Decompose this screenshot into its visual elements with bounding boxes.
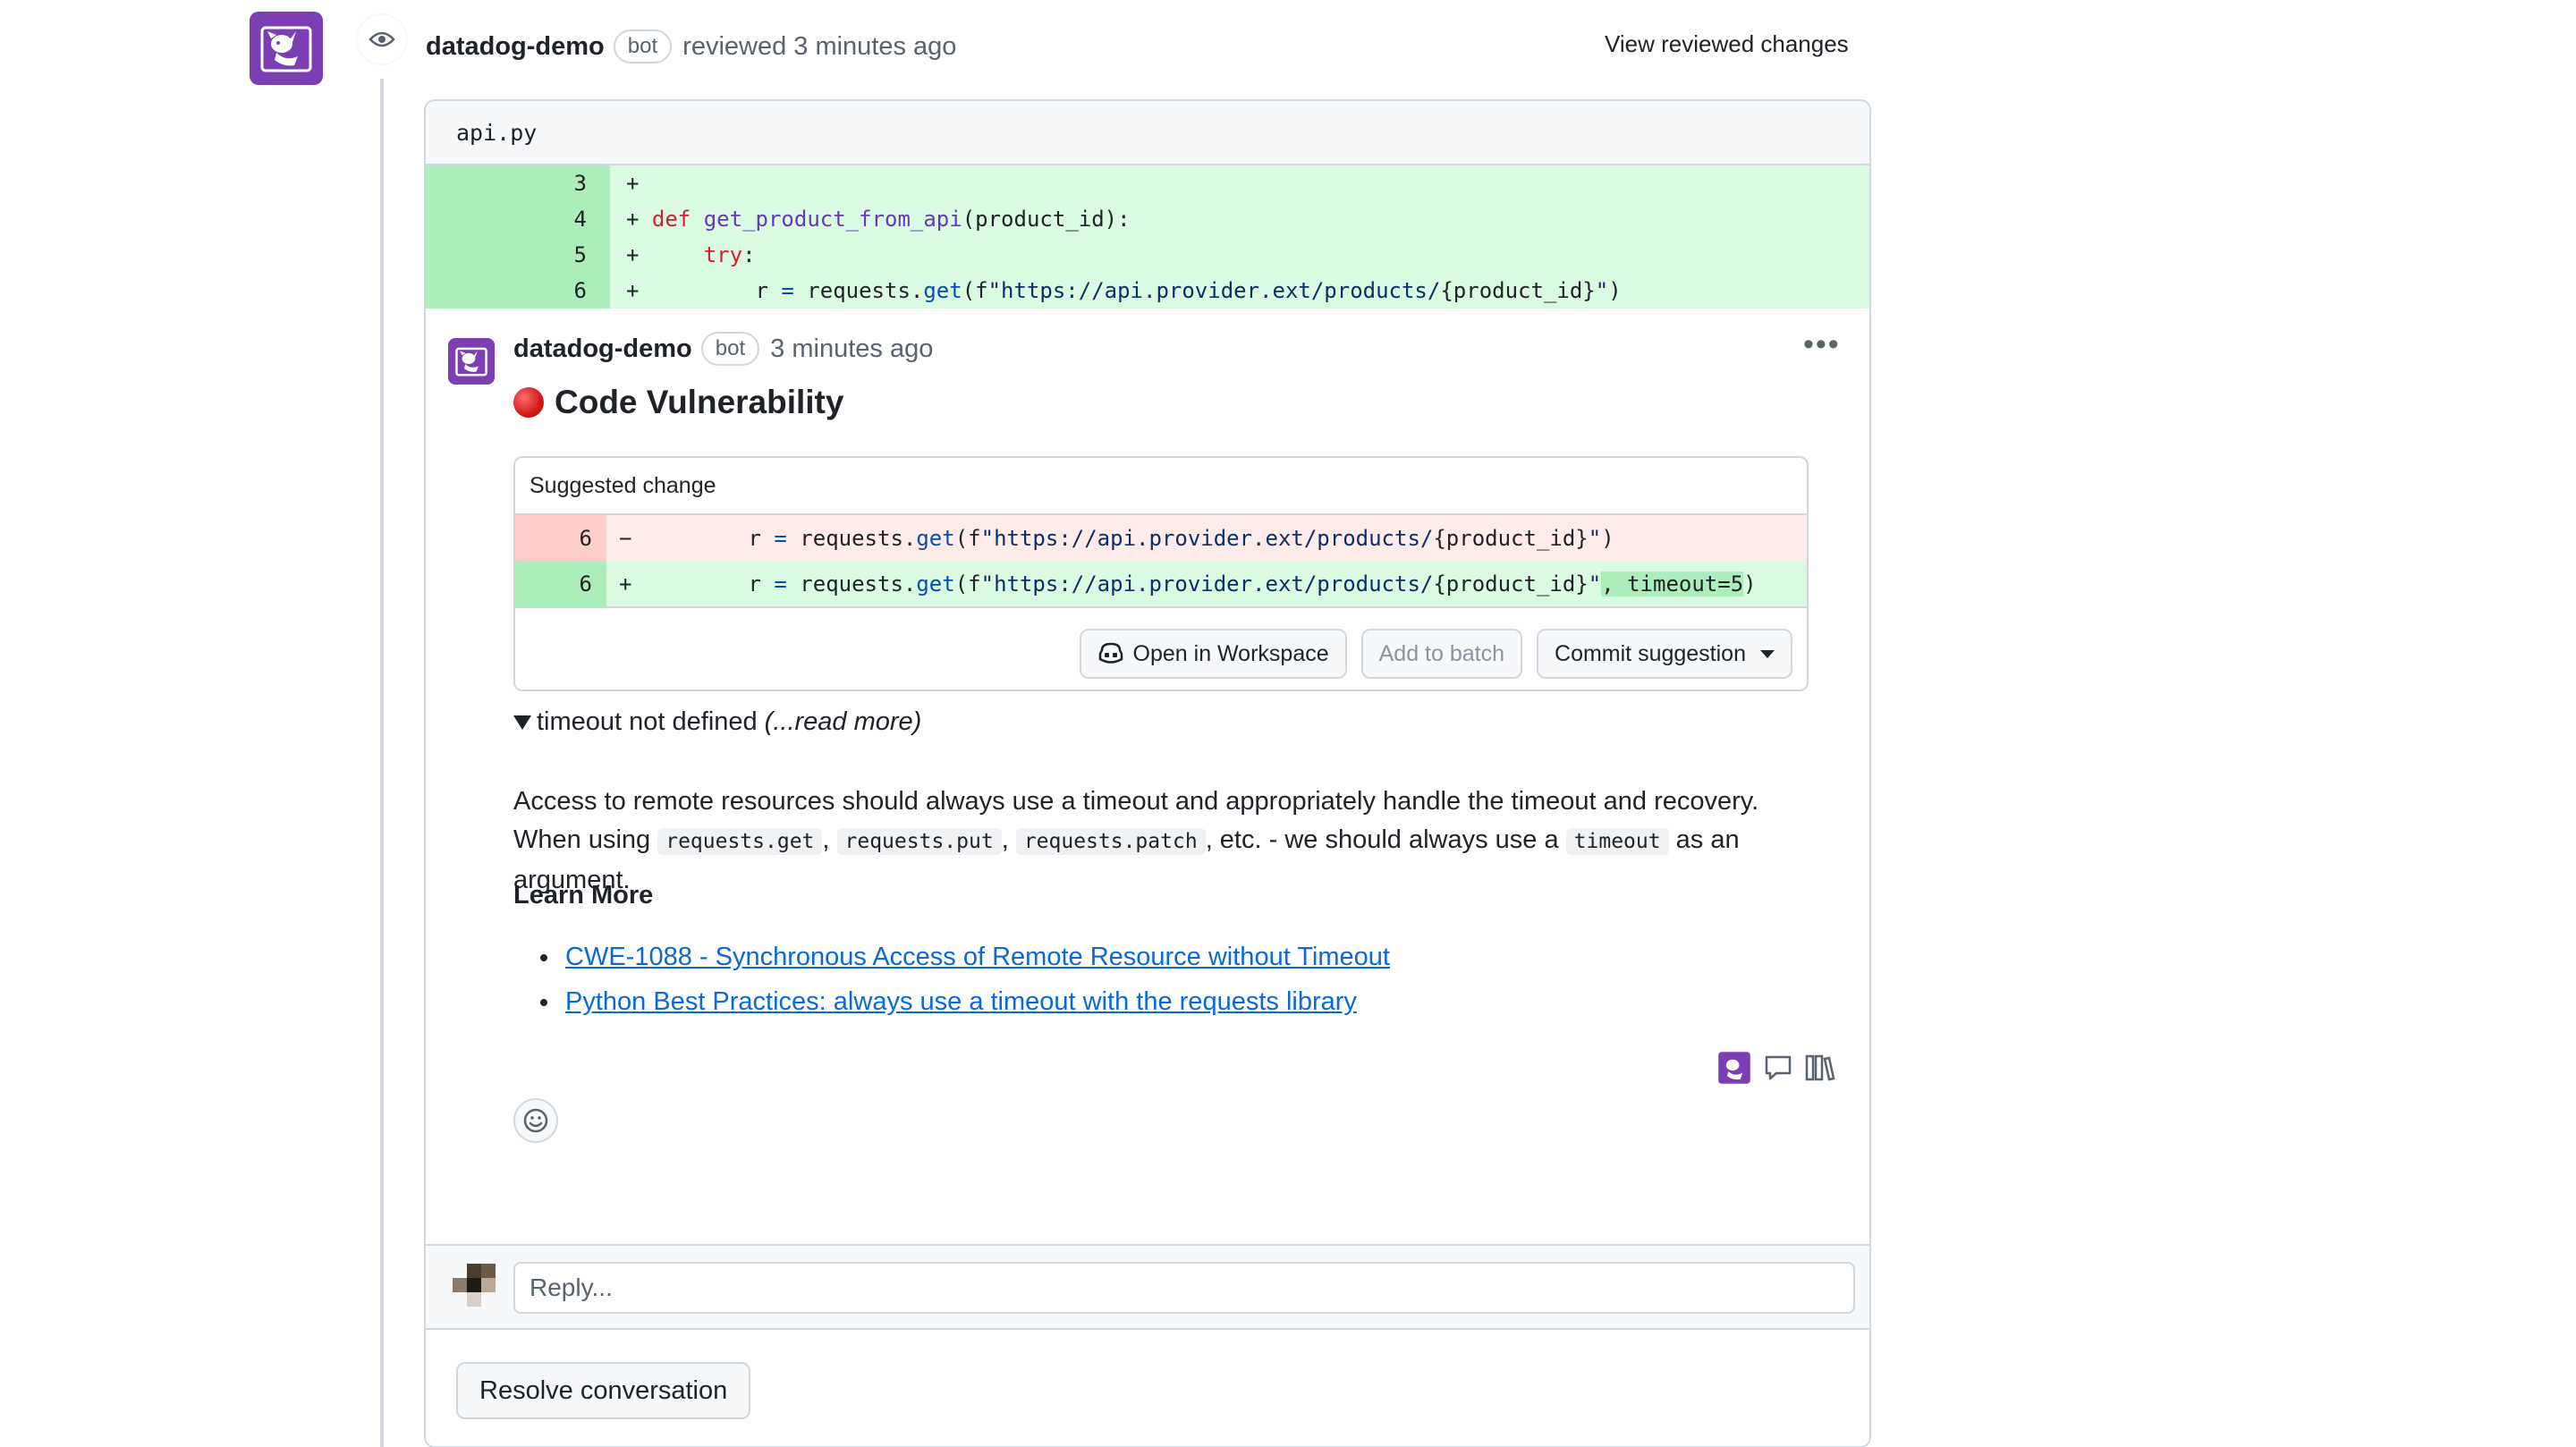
line-number[interactable]: 4 (426, 201, 610, 237)
open-in-workspace-button[interactable]: Open in Workspace (1079, 629, 1347, 679)
line-code: + r = requests.get(f"https://api.provide… (619, 571, 1757, 597)
body-line-2: When using requests.get, requests.put, r… (513, 825, 1740, 855)
line-code: + try: (626, 242, 756, 267)
line-number: 6 (515, 515, 606, 562)
review-header: datadog-demo bot reviewed 3 minutes ago (426, 27, 956, 66)
bot-badge: bot (613, 30, 673, 63)
datadog-dog-icon (455, 347, 487, 377)
learn-more-heading: Learn More (513, 881, 654, 910)
comment-title: Code Vulnerability (513, 384, 843, 421)
user-avatar[interactable] (453, 1264, 496, 1307)
review-author-link[interactable]: datadog-demo (426, 32, 605, 62)
comment-avatar[interactable] (448, 338, 495, 385)
file-name[interactable]: api.py (426, 101, 1869, 165)
python-best-practices-link[interactable]: Python Best Practices: always use a time… (565, 987, 1357, 1016)
learn-more-links: CWE-1088 - Synchronous Access of Remote … (540, 935, 1390, 1024)
timeline-line (380, 79, 384, 1447)
details-summary: timeout not defined (537, 707, 758, 736)
smiley-icon (523, 1108, 548, 1133)
inline-code: requests.patch (1015, 828, 1206, 855)
view-reviewed-changes-link[interactable]: View reviewed changes (1605, 30, 1849, 58)
details-toggle[interactable]: timeout not defined (...read more) (513, 707, 921, 737)
line-number[interactable]: 6 (426, 273, 610, 309)
review-action-text: reviewed 3 minutes ago (682, 31, 957, 61)
line-number[interactable]: 3 (426, 165, 610, 201)
line-code: + def get_product_from_api(product_id): (626, 207, 1131, 232)
library-icon[interactable] (1805, 1054, 1835, 1082)
diff-line: 3 + (426, 165, 1869, 201)
bot-badge: bot (700, 332, 760, 366)
resolve-conversation-button[interactable]: Resolve conversation (456, 1362, 751, 1419)
inline-code: requests.put (836, 828, 1002, 855)
suggestion-added-line: 6 + r = requests.get(f"https://api.provi… (515, 561, 1807, 608)
reply-bar: Reply... (426, 1244, 1869, 1330)
suggestion-actions: Open in Workspace Add to batch Commit su… (1079, 629, 1792, 679)
list-item: Python Best Practices: always use a time… (540, 979, 1390, 1024)
comment-title-text: Code Vulnerability (555, 384, 844, 420)
commit-suggestion-button[interactable]: Commit suggestion (1537, 629, 1792, 679)
add-reaction-button[interactable] (513, 1098, 558, 1143)
red-circle-icon (513, 387, 544, 418)
line-number: 6 (515, 561, 606, 607)
comment-icon[interactable] (1764, 1054, 1792, 1081)
comment-author-link[interactable]: datadog-demo (513, 334, 692, 364)
caret-down-icon (1760, 649, 1775, 658)
suggested-change-box: Suggested change 6 − r = requests.get(f"… (513, 456, 1809, 691)
inline-code: timeout (1565, 828, 1669, 855)
cwe-link[interactable]: CWE-1088 - Synchronous Access of Remote … (565, 943, 1390, 971)
diff-line: 4 + def get_product_from_api(product_id)… (426, 201, 1869, 237)
body-line-1: Access to remote resources should always… (513, 787, 1759, 816)
triangle-down-icon (513, 715, 531, 730)
list-item: CWE-1088 - Synchronous Access of Remote … (540, 935, 1390, 979)
comment-footer-icons (1717, 1051, 1835, 1085)
diff-line: 6 + r = requests.get(f"https://api.provi… (426, 273, 1869, 309)
comment-body: Access to remote resources should always… (513, 783, 1801, 900)
suggested-change-header: Suggested change (515, 458, 1807, 515)
suggestion-removed-line: 6 − r = requests.get(f"https://api.provi… (515, 515, 1807, 562)
comment-meta: datadog-demo bot 3 minutes ago (513, 332, 933, 366)
datadog-dog-icon (260, 26, 312, 72)
line-code: + r = requests.get(f"https://api.provide… (626, 278, 1622, 303)
copilot-icon (1098, 642, 1123, 664)
review-thread: api.py 3 + 4 + def get_product_from_api(… (424, 99, 1871, 1447)
inline-code: requests.get (657, 828, 823, 855)
eye-icon (356, 13, 408, 65)
line-number[interactable]: 5 (426, 237, 610, 273)
datadog-dog-icon[interactable] (1717, 1051, 1751, 1085)
datadog-avatar[interactable] (250, 12, 323, 85)
more-options-icon[interactable]: ••• (1803, 329, 1841, 360)
comment-time[interactable]: 3 minutes ago (770, 334, 933, 364)
reply-input[interactable]: Reply... (513, 1262, 1855, 1314)
line-code: − r = requests.get(f"https://api.provide… (619, 526, 1614, 551)
body-line-3: argument. (513, 866, 631, 894)
read-more-text: (...read more) (764, 707, 922, 736)
diff-line: 5 + try: (426, 237, 1869, 273)
line-code: + (626, 171, 640, 196)
diff-hunk: 3 + 4 + def get_product_from_api(product… (426, 165, 1869, 309)
add-to-batch-button[interactable]: Add to batch (1360, 629, 1523, 679)
